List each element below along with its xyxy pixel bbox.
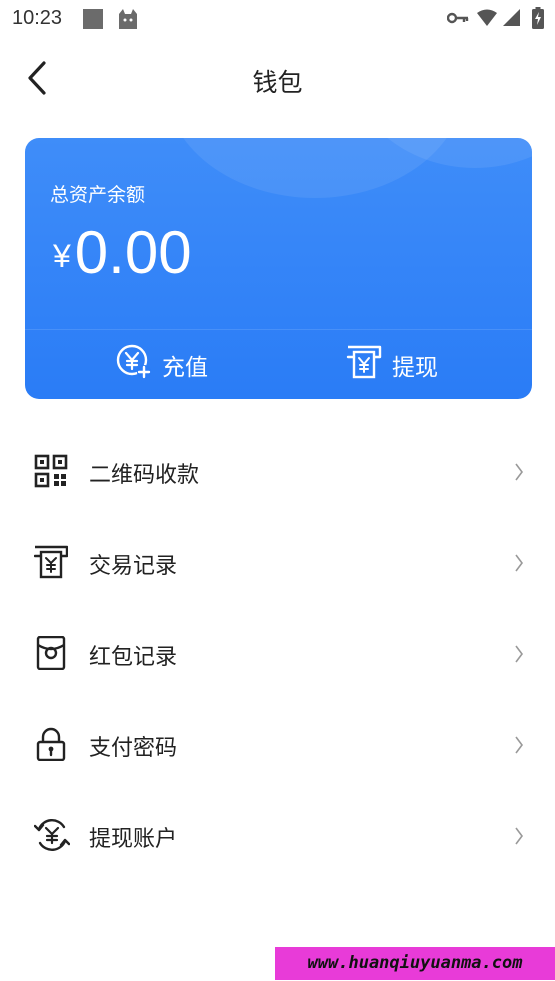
menu-item-qr-receive[interactable]: 二维码收款 xyxy=(0,427,555,518)
transaction-record-icon xyxy=(33,545,69,581)
menu-label: 提现账户 xyxy=(89,827,178,852)
menu-label: 红包记录 xyxy=(89,645,178,670)
withdraw-button[interactable]: 提现 xyxy=(346,330,438,399)
app-cat-icon xyxy=(117,8,139,34)
qr-code-icon xyxy=(34,454,68,490)
red-packet-icon xyxy=(34,635,68,672)
status-bar: 10:23 xyxy=(0,0,555,38)
lock-icon xyxy=(34,727,68,763)
balance-amount: ¥0.00 xyxy=(53,218,192,287)
cell-signal-icon xyxy=(503,9,521,31)
yuan-withdraw-icon xyxy=(346,345,382,385)
chevron-right-icon xyxy=(514,462,524,482)
vpn-key-icon xyxy=(446,9,469,31)
wifi-icon xyxy=(476,9,498,31)
yuan-add-icon xyxy=(116,344,152,386)
watermark: www.huanqiuyuanma.com xyxy=(275,947,555,980)
card-actions: 充值 提现 xyxy=(25,330,532,399)
status-time: 10:23 xyxy=(12,7,63,29)
chevron-right-icon xyxy=(514,735,524,755)
account-exchange-icon xyxy=(33,818,71,854)
recharge-label: 充值 xyxy=(162,354,208,381)
menu-label: 交易记录 xyxy=(89,554,178,579)
balance-card: 总资产余额 ¥0.00 充值 提现 xyxy=(25,138,532,399)
menu-label: 支付密码 xyxy=(89,736,178,761)
menu-item-withdraw-account[interactable]: 提现账户 xyxy=(0,791,555,882)
chevron-right-icon xyxy=(514,644,524,664)
withdraw-label: 提现 xyxy=(392,354,438,381)
balance-label: 总资产余额 xyxy=(50,184,146,206)
chevron-right-icon xyxy=(514,553,524,573)
page-title: 钱包 xyxy=(252,68,303,97)
notification-square-icon xyxy=(82,8,104,34)
menu-item-transactions[interactable]: 交易记录 xyxy=(0,518,555,609)
menu-item-payment-password[interactable]: 支付密码 xyxy=(0,700,555,791)
menu-item-red-packets[interactable]: 红包记录 xyxy=(0,609,555,700)
nav-bar: 钱包 xyxy=(0,45,555,115)
recharge-button[interactable]: 充值 xyxy=(116,330,208,399)
balance-value: 0.00 xyxy=(74,219,192,286)
wallet-menu: 二维码收款 交易记录 红包记录 支付密码 提现账户 xyxy=(0,427,555,882)
chevron-right-icon xyxy=(514,826,524,846)
menu-label: 二维码收款 xyxy=(89,463,200,488)
battery-charging-icon xyxy=(532,7,544,33)
currency-symbol: ¥ xyxy=(53,238,71,274)
